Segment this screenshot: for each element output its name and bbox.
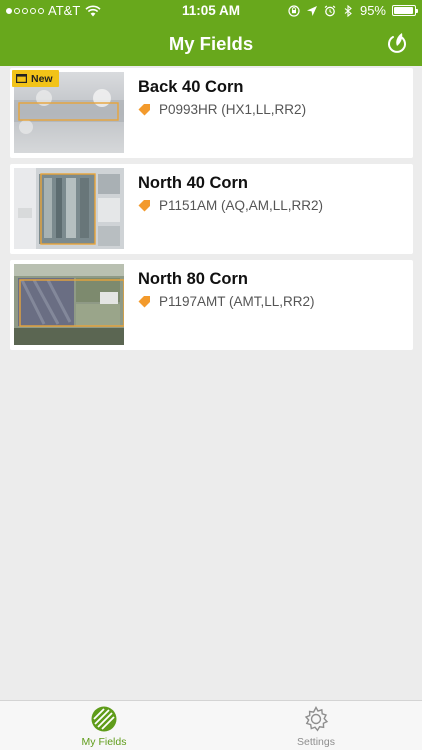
field-name: North 80 Corn (138, 270, 249, 288)
field-thumbnail (14, 264, 124, 345)
seed-tag-icon (138, 296, 150, 308)
field-seed-row: P0993HR (HX1,LL,RR2) (138, 102, 306, 117)
top-bar: AT&T 11:05 AM 95% My Fields (0, 0, 422, 66)
field-card[interactable]: North 80 Corn P1197AMT (AMT,LL,RR2) (10, 260, 413, 350)
seed-tag-icon (138, 104, 150, 116)
status-bar: AT&T 11:05 AM 95% (0, 0, 422, 22)
tab-label: My Fields (81, 736, 127, 748)
field-seed-row: P1151AM (AQ,AM,LL,RR2) (138, 198, 323, 213)
tab-label: Settings (297, 736, 335, 748)
field-list: New Back 40 Corn P0993HR (HX1,LL,RR2) No… (10, 68, 413, 356)
field-seed-row: P1197AMT (AMT,LL,RR2) (138, 294, 315, 309)
battery-fill (394, 7, 413, 14)
bluetooth-icon (344, 4, 352, 17)
location-arrow-icon (306, 5, 317, 16)
alarm-icon (324, 5, 336, 16)
refresh-button[interactable] (386, 31, 408, 55)
battery-percent: 95% (359, 3, 386, 18)
badge-label: New (31, 72, 53, 85)
seed-product: P1151AM (AQ,AM,LL,RR2) (159, 198, 324, 213)
rotation-lock-icon (288, 4, 300, 17)
tab-bar: My Fields Settings (0, 700, 422, 750)
gear-icon (304, 706, 329, 732)
seed-product: P0993HR (HX1,LL,RR2) (159, 102, 307, 117)
tab-settings[interactable]: Settings (256, 705, 376, 748)
refresh-leaf-icon (388, 33, 406, 53)
folder-icon (16, 74, 27, 83)
page-title: My Fields (168, 33, 254, 54)
field-name: North 40 Corn (138, 174, 249, 192)
field-card[interactable]: North 40 Corn P1151AM (AQ,AM,LL,RR2) (10, 164, 413, 254)
seed-tag-icon (138, 200, 150, 212)
new-badge: New (12, 70, 59, 87)
status-right: 95% (288, 3, 418, 18)
field-name: Back 40 Corn (138, 78, 244, 96)
battery-icon (392, 5, 418, 16)
seed-product: P1197AMT (AMT,LL,RR2) (159, 294, 315, 309)
field-thumbnail (14, 168, 124, 249)
field-card[interactable]: New Back 40 Corn P0993HR (HX1,LL,RR2) (10, 68, 413, 158)
tab-my-fields[interactable]: My Fields (44, 705, 164, 748)
field-icon (91, 706, 117, 732)
